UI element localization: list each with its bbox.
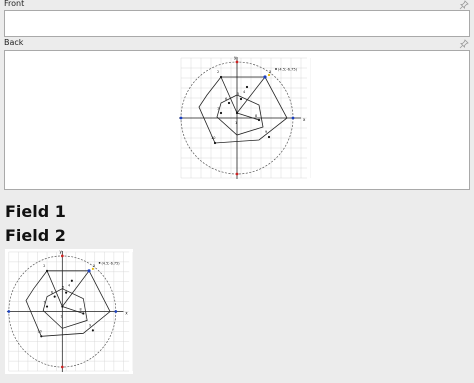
point-label: 3 bbox=[269, 70, 271, 74]
point-marker bbox=[70, 279, 73, 282]
point-label: 10 bbox=[211, 136, 215, 140]
point-label: 4 bbox=[68, 284, 70, 288]
point-marker bbox=[245, 85, 249, 89]
point-label: 5 bbox=[62, 286, 64, 290]
blue-marker bbox=[114, 310, 118, 313]
point-marker bbox=[65, 291, 68, 294]
field1-label: Field 1 bbox=[5, 202, 66, 221]
point-marker bbox=[82, 312, 85, 315]
point-marker bbox=[45, 305, 49, 308]
point-marker bbox=[53, 295, 56, 298]
point-label: 7 bbox=[217, 107, 219, 111]
point-label: 2 bbox=[217, 70, 219, 74]
blue-marker bbox=[291, 116, 295, 120]
back-field-header: Back bbox=[0, 38, 474, 50]
point-label: 8 bbox=[80, 307, 82, 311]
connector-line bbox=[220, 76, 238, 114]
point-label: 7 bbox=[43, 301, 45, 305]
point-label: 2 bbox=[43, 264, 45, 268]
point-marker bbox=[40, 335, 43, 338]
red-marker bbox=[235, 172, 239, 176]
back-diagram-image: x y 1 2 3 4 5 6 7 8 9 10 (4.5;-6.75) bbox=[177, 55, 312, 181]
point-marker bbox=[91, 329, 94, 332]
front-field-editor[interactable] bbox=[4, 10, 470, 37]
preview-diagram-image: x y 1 2 3 4 5 6 7 8 9 10 (4.5;-6.75) bbox=[5, 249, 134, 374]
point-marker bbox=[45, 269, 49, 272]
point-marker bbox=[257, 118, 261, 122]
red-marker bbox=[60, 254, 64, 258]
readout-dot bbox=[98, 261, 101, 264]
point-label: 9 bbox=[89, 323, 91, 327]
blue-marker bbox=[7, 310, 11, 313]
point-label: 6 bbox=[51, 291, 53, 295]
point-marker bbox=[219, 111, 223, 115]
yellow-marker bbox=[267, 73, 271, 77]
point-label: 6 bbox=[225, 97, 227, 101]
point-marker bbox=[267, 135, 271, 139]
point-marker bbox=[235, 111, 239, 115]
red-marker bbox=[60, 365, 64, 369]
geometry-diagram: x y 1 2 3 45 6 7 8 9 10 (4.5;-6.75) bbox=[179, 55, 312, 179]
point-label: 10 bbox=[37, 329, 41, 333]
connector-line bbox=[46, 270, 63, 307]
blue-marker bbox=[179, 116, 183, 120]
point-marker bbox=[61, 305, 64, 308]
pin-icon[interactable] bbox=[459, 39, 469, 49]
point-label: 1 bbox=[235, 121, 237, 125]
coordinate-readout: (4.5;-6.75) bbox=[278, 68, 298, 72]
point-label: 1 bbox=[60, 314, 62, 318]
coordinate-readout: (4.5;-6.75) bbox=[101, 261, 120, 265]
point-label: 3 bbox=[93, 264, 95, 268]
point-label: 5 bbox=[237, 92, 239, 96]
point-marker bbox=[239, 97, 243, 101]
blue-marker bbox=[263, 75, 267, 79]
back-label: Back bbox=[4, 38, 24, 47]
readout-dot bbox=[275, 68, 277, 70]
point-label: 9 bbox=[265, 130, 267, 134]
point-marker bbox=[219, 75, 223, 79]
point-label: 4 bbox=[243, 90, 246, 94]
pin-icon[interactable] bbox=[459, 0, 469, 10]
point-label: 8 bbox=[255, 114, 257, 118]
point-marker bbox=[227, 101, 231, 105]
yellow-marker bbox=[91, 267, 94, 270]
front-label: Front bbox=[4, 0, 25, 8]
y-axis-label: y bbox=[234, 55, 237, 60]
back-field-editor[interactable]: x y 1 2 3 4 5 6 7 8 9 10 (4.5;-6.75) bbox=[4, 50, 470, 190]
red-marker bbox=[235, 60, 239, 64]
field2-label: Field 2 bbox=[5, 226, 66, 245]
point-marker bbox=[213, 141, 217, 145]
x-axis-label: x bbox=[303, 117, 306, 122]
geometry-diagram: xy12 345678910(4.5;-6.75) bbox=[6, 249, 134, 373]
blue-marker bbox=[87, 269, 91, 273]
x-axis-label: x bbox=[125, 310, 128, 315]
